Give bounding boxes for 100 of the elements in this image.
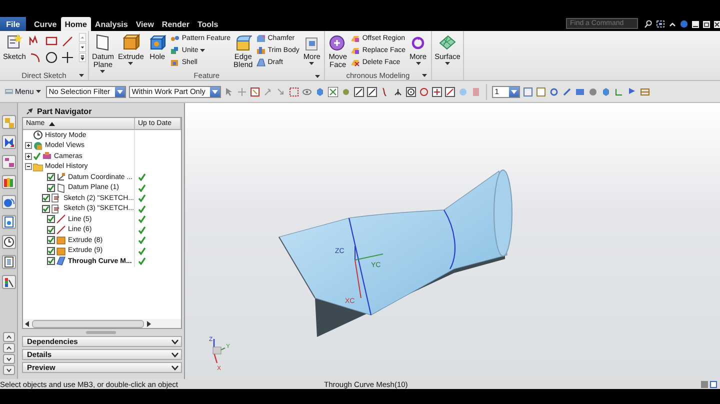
checkbox[interactable] <box>47 215 55 224</box>
dialog-launcher-icon[interactable] <box>315 75 320 78</box>
help-icon[interactable] <box>680 20 688 28</box>
chevron-down-icon[interactable] <box>171 364 179 370</box>
checkbox[interactable] <box>42 194 50 202</box>
checkbox[interactable] <box>47 173 55 182</box>
checkbox[interactable] <box>47 257 55 266</box>
view-triad-drawing <box>212 339 226 364</box>
layout-icon[interactable] <box>640 86 650 96</box>
box-icon <box>56 235 66 246</box>
status-box-icon <box>701 380 708 388</box>
pin-icon[interactable] <box>26 108 33 114</box>
chevron-up-icon[interactable] <box>669 22 676 26</box>
line-icon[interactable] <box>444 86 455 96</box>
crosshair-icon[interactable] <box>432 86 442 96</box>
web-page-icon[interactable] <box>2 215 16 229</box>
face-delete-icon <box>350 58 360 66</box>
dropdown-arrow-icon <box>510 90 517 94</box>
mesh-surface-icon <box>56 256 66 266</box>
ribbon-tab[interactable]: Tools <box>193 17 222 31</box>
expand-icon[interactable] <box>25 142 32 150</box>
cursor-icon[interactable] <box>224 86 234 96</box>
grid-surface-icon <box>438 33 457 52</box>
restore-icon[interactable] <box>703 20 710 28</box>
scroll-down-icon[interactable] <box>2 354 14 364</box>
chevron-down-icon[interactable] <box>171 352 179 358</box>
scroll-bottom-icon[interactable] <box>2 365 14 375</box>
ribbon-tab[interactable]: Render <box>158 17 194 31</box>
cube-icon[interactable] <box>600 86 611 96</box>
scroll-up-icon[interactable] <box>2 343 14 353</box>
rounded-block-icon <box>234 33 253 52</box>
wcs-axes-drawing <box>354 246 384 298</box>
plus-icon[interactable] <box>61 51 74 64</box>
file-menu-button[interactable]: File <box>0 17 26 31</box>
ribbon-tab[interactable]: Home <box>60 17 91 31</box>
close-icon[interactable] <box>714 20 720 28</box>
chamfer-icon <box>256 34 266 42</box>
dashed-box-icon[interactable] <box>288 86 299 96</box>
sketch-icon <box>51 193 62 204</box>
dropdown-arrow-icon <box>212 90 218 94</box>
chevron-down-icon[interactable] <box>171 338 179 344</box>
color-books-icon[interactable] <box>2 175 16 189</box>
checkbox[interactable] <box>42 204 50 213</box>
history-clock-icon[interactable] <box>2 235 16 249</box>
fit-view-icon[interactable] <box>656 20 665 28</box>
circle-icon[interactable] <box>45 51 58 64</box>
trim-icon <box>256 46 266 54</box>
palette-icon[interactable] <box>2 275 16 289</box>
face-replace-icon <box>350 46 360 54</box>
collapse-icon[interactable] <box>25 163 32 170</box>
scroll-top-icon[interactable] <box>2 332 14 342</box>
box-icon <box>56 246 66 256</box>
scroll-down-icon[interactable] <box>78 43 86 52</box>
expand-gallery-icon[interactable] <box>78 53 86 62</box>
plane-icon <box>56 182 66 193</box>
scrollbar-thumb[interactable] <box>32 320 144 328</box>
dialog-launcher-icon[interactable] <box>422 74 427 78</box>
line-icon <box>56 214 66 224</box>
search-icon[interactable] <box>644 20 652 28</box>
frame-icon[interactable] <box>250 86 260 96</box>
sketch-icon <box>51 204 62 214</box>
constraint-icon[interactable] <box>2 135 16 149</box>
camera-icon <box>42 151 52 162</box>
scroll-right-icon[interactable] <box>146 320 151 326</box>
rotate-icon[interactable] <box>548 86 559 96</box>
scroll-left-icon[interactable] <box>25 320 30 326</box>
view-triad-icon[interactable] <box>614 86 624 96</box>
menu-icon <box>5 88 13 95</box>
minimize-icon[interactable] <box>692 20 699 28</box>
line-icon[interactable] <box>61 35 74 48</box>
rectangle-icon[interactable] <box>45 35 58 48</box>
checkbox[interactable] <box>47 226 55 234</box>
ribbon-tab[interactable]: View <box>132 17 158 31</box>
perpendicular-icon[interactable] <box>392 86 403 96</box>
endpoint-icon[interactable] <box>354 86 364 96</box>
clock-icon <box>33 130 43 140</box>
ribbon-tab[interactable]: Curve <box>30 17 61 31</box>
arc-icon[interactable] <box>29 51 42 64</box>
part-tree-icon[interactable] <box>2 155 16 169</box>
checkbox[interactable] <box>47 184 55 192</box>
shell-icon <box>170 58 180 66</box>
checkbox[interactable] <box>47 236 55 244</box>
dropdown-arrow-icon <box>116 90 123 94</box>
box-icon <box>121 33 140 52</box>
splitter-handle-icon[interactable] <box>86 330 116 334</box>
ribbon-tab[interactable]: Analysis <box>90 17 132 31</box>
expand-icon[interactable] <box>25 152 32 160</box>
checkbox[interactable] <box>47 246 55 255</box>
eye-icon[interactable] <box>302 86 312 96</box>
pencil-icon[interactable] <box>562 86 572 96</box>
folder-icon <box>33 162 43 172</box>
line-icon <box>56 224 66 235</box>
circle-center-icon[interactable] <box>406 86 416 96</box>
line-icon[interactable] <box>366 86 377 96</box>
hole-cube-icon <box>148 33 167 52</box>
dialog-launcher-icon[interactable] <box>78 74 84 78</box>
zoom-window-icon[interactable] <box>522 86 533 96</box>
pointer-box-icon[interactable] <box>328 86 338 96</box>
list-icon[interactable] <box>2 255 16 269</box>
face-offset-icon <box>350 34 360 42</box>
